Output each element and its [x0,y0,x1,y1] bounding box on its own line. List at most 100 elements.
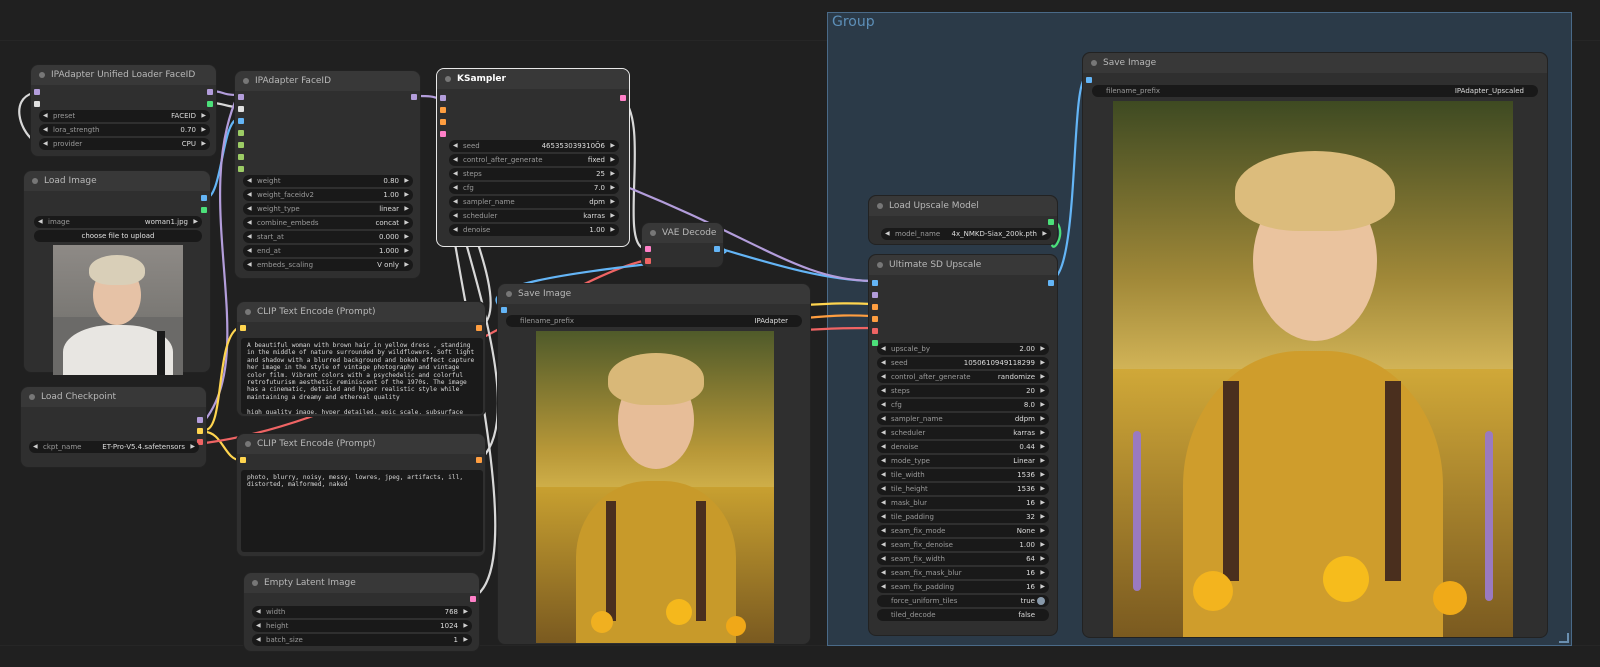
increment-arrow-icon[interactable]: ▶ [404,217,409,229]
collapse-dot[interactable] [506,291,512,297]
node-title[interactable]: KSampler [437,69,629,89]
increment-arrow-icon[interactable]: ▶ [1040,511,1045,523]
increment-arrow-icon[interactable]: ▶ [404,259,409,271]
decrement-arrow-icon[interactable]: ◀ [881,497,886,509]
port-images-in[interactable] [501,307,507,313]
port-image-in[interactable] [238,118,244,124]
node-title[interactable]: Save Image [1083,53,1547,73]
increment-arrow-icon[interactable]: ▶ [610,154,615,166]
collapse-dot[interactable] [252,580,258,586]
widget-seam-fix-padding[interactable]: ◀ seam_fix_padding 16 ▶ [877,581,1049,593]
widget-width[interactable]: ◀ width 768 ▶ [252,606,472,618]
port-ipadapter-out[interactable] [207,101,213,107]
node-save-image[interactable]: Save Image filename_prefix IPAdapter [497,283,811,645]
widget-cfg[interactable]: ◀ cfg 7.0 ▶ [449,182,619,194]
decrement-arrow-icon[interactable]: ◀ [881,567,886,579]
increment-arrow-icon[interactable]: ▶ [1040,567,1045,579]
increment-arrow-icon[interactable]: ▶ [1040,385,1045,397]
decrement-arrow-icon[interactable]: ◀ [38,216,43,228]
collapse-dot[interactable] [39,72,45,78]
widget-steps[interactable]: ◀ steps 20 ▶ [877,385,1049,397]
port-latent-in[interactable] [440,131,446,137]
widget-combine-embeds[interactable]: ◀ combine_embeds concat ▶ [243,217,413,229]
decrement-arrow-icon[interactable]: ◀ [453,224,458,236]
increment-arrow-icon[interactable]: ▶ [201,138,206,150]
widget-denoise[interactable]: ◀ denoise 0.44 ▶ [877,441,1049,453]
increment-arrow-icon[interactable]: ▶ [201,124,206,136]
widget-control-after-generate[interactable]: ◀ control_after_generate randomize ▶ [877,371,1049,383]
port-model-out[interactable] [411,94,417,100]
node-title[interactable]: Save Image [498,284,810,304]
node-title[interactable]: Ultimate SD Upscale [869,255,1057,275]
port-conditioning-out[interactable] [476,457,482,463]
widget-provider[interactable]: ◀ provider CPU ▶ [39,138,210,150]
increment-arrow-icon[interactable]: ▶ [1040,581,1045,593]
port-model-in[interactable] [238,94,244,100]
increment-arrow-icon[interactable]: ▶ [1040,413,1045,425]
node-title[interactable]: Load Checkpoint [21,387,206,407]
node-clip-text-encode-positive[interactable]: CLIP Text Encode (Prompt) A beautiful wo… [236,301,486,417]
increment-arrow-icon[interactable]: ▶ [610,196,615,208]
node-title[interactable]: Load Upscale Model [869,196,1057,216]
collapse-dot[interactable] [1091,60,1097,66]
port-conditioning-out[interactable] [476,325,482,331]
increment-arrow-icon[interactable]: ▶ [1040,553,1045,565]
increment-arrow-icon[interactable]: ▶ [610,168,615,180]
port-positive-in[interactable] [872,304,878,310]
decrement-arrow-icon[interactable]: ◀ [247,231,252,243]
decrement-arrow-icon[interactable]: ◀ [881,413,886,425]
decrement-arrow-icon[interactable]: ◀ [43,110,48,122]
decrement-arrow-icon[interactable]: ◀ [453,168,458,180]
increment-arrow-icon[interactable]: ▶ [610,210,615,222]
widget-filename-prefix[interactable]: filename_prefix IPAdapter_Upscaled [1092,85,1538,97]
increment-arrow-icon[interactable]: ▶ [610,224,615,236]
port-model-out[interactable] [197,417,203,423]
increment-arrow-icon[interactable]: ▶ [1040,357,1045,369]
decrement-arrow-icon[interactable]: ◀ [881,455,886,467]
upload-button[interactable]: choose file to upload [34,230,202,242]
decrement-arrow-icon[interactable]: ◀ [247,203,252,215]
increment-arrow-icon[interactable]: ▶ [610,140,615,152]
node-vae-decode[interactable]: VAE Decode [641,222,724,268]
decrement-arrow-icon[interactable]: ◀ [881,469,886,481]
decrement-arrow-icon[interactable]: ◀ [881,511,886,523]
widget-scheduler[interactable]: ◀ scheduler karras ▶ [877,427,1049,439]
decrement-arrow-icon[interactable]: ◀ [881,427,886,439]
decrement-arrow-icon[interactable]: ◀ [247,245,252,257]
decrement-arrow-icon[interactable]: ◀ [247,217,252,229]
port-images-in[interactable] [1086,77,1092,83]
increment-arrow-icon[interactable]: ▶ [1042,228,1047,240]
toggle-knob-icon[interactable] [1037,597,1045,605]
decrement-arrow-icon[interactable]: ◀ [881,371,886,383]
port-image-negative-in[interactable] [238,130,244,136]
widget-mask-blur[interactable]: ◀ mask_blur 16 ▶ [877,497,1049,509]
decrement-arrow-icon[interactable]: ◀ [43,138,48,150]
node-ksampler[interactable]: KSampler ◀ seed 465353039310Ō6 ▶ ◀ control_a… [436,68,630,247]
node-load-upscale-model[interactable]: Load Upscale Model ◀ model_name 4x_NMKD-Si… [868,195,1058,245]
port-negative-in[interactable] [440,119,446,125]
widget-tiled-decode[interactable]: tiled_decode false [877,609,1049,621]
widget-tile-height[interactable]: ◀ tile_height 1536 ▶ [877,483,1049,495]
node-ipadapter-faceid[interactable]: IPAdapter FaceID ◀ weight 0.80 ▶ ◀ weight_fa… [234,70,421,279]
port-model-in[interactable] [872,292,878,298]
widget-weight-faceidv2[interactable]: ◀ weight_faceidv2 1.00 ▶ [243,189,413,201]
collapse-dot[interactable] [245,309,251,315]
decrement-arrow-icon[interactable]: ◀ [247,175,252,187]
widget-seed[interactable]: ◀ seed 465353039310Ō6 ▶ [449,140,619,152]
widget-weight-type[interactable]: ◀ weight_type linear ▶ [243,203,413,215]
decrement-arrow-icon[interactable]: ◀ [33,441,38,453]
increment-arrow-icon[interactable]: ▶ [404,231,409,243]
widget-seam-fix-width[interactable]: ◀ seam_fix_width 64 ▶ [877,553,1049,565]
port-clip-in[interactable] [240,457,246,463]
group-resize-handle[interactable] [1559,633,1569,643]
increment-arrow-icon[interactable]: ▶ [463,606,468,618]
port-samples-in[interactable] [645,246,651,252]
widget-end-at[interactable]: ◀ end_at 1.000 ▶ [243,245,413,257]
collapse-dot[interactable] [243,78,249,84]
node-title[interactable]: Empty Latent Image [244,573,479,593]
port-negative-in[interactable] [872,316,878,322]
port-vae-in[interactable] [872,328,878,334]
node-ipadapter-unified-loader[interactable]: IPAdapter Unified Loader FaceID ◀ preset F… [30,64,217,157]
widget-batch-size[interactable]: ◀ batch_size 1 ▶ [252,634,472,646]
decrement-arrow-icon[interactable]: ◀ [256,620,261,632]
